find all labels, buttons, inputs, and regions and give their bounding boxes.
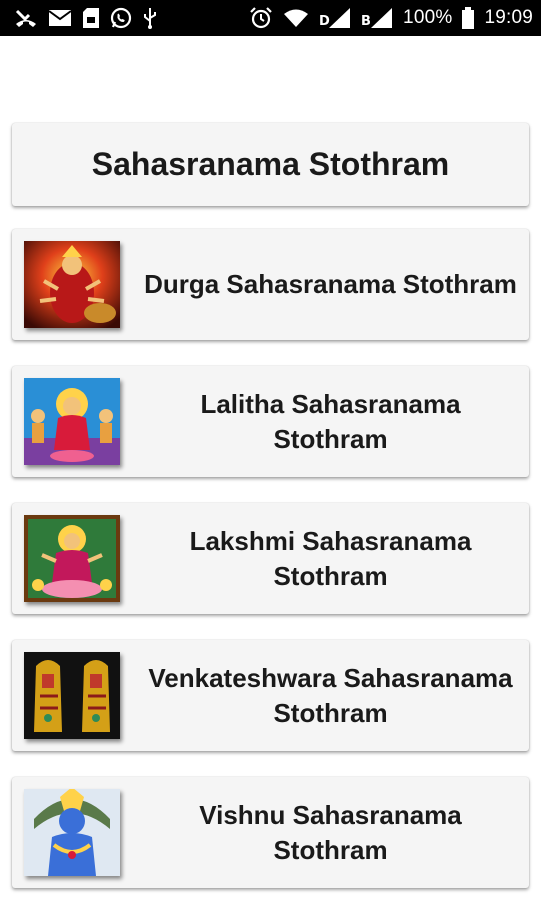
alarm-icon — [249, 7, 273, 29]
signal-icon: D — [319, 7, 351, 29]
svg-text:B: B — [361, 14, 371, 29]
usb-icon — [142, 7, 158, 29]
durga-image — [24, 241, 120, 328]
list-item-label: Lalitha Sahasranama Stothram — [200, 388, 461, 454]
whatsapp-icon — [110, 7, 132, 29]
list-item-label: Durga Sahasranama Stothram — [144, 269, 517, 299]
list-item-lalitha[interactable]: Lalitha Sahasranama Stothram — [12, 366, 529, 477]
sd-card-icon — [82, 7, 100, 29]
clock: 19:09 — [484, 7, 533, 28]
wifi-icon — [283, 7, 309, 29]
list-item-vishnu[interactable]: Vishnu Sahasranama Stothram — [12, 777, 529, 888]
vishnu-image — [24, 789, 120, 876]
status-bar: D B 100% 19:09 — [0, 0, 541, 36]
list-item-venkateshwara[interactable]: Venkateshwara Sahasranama Stothram — [12, 640, 529, 751]
venkateshwara-image — [24, 652, 120, 739]
battery-percent: 100% — [403, 7, 453, 28]
mail-icon — [48, 7, 72, 29]
status-bar-notifications — [14, 7, 158, 29]
battery-icon — [462, 7, 475, 29]
list-item-label: Venkateshwara Sahasranama Stothram — [148, 662, 513, 728]
page-title: Sahasranama Stothram — [91, 146, 450, 182]
missed-call-icon — [14, 7, 38, 29]
list-item-label: Lakshmi Sahasranama Stothram — [189, 525, 472, 591]
lalitha-image — [24, 378, 120, 465]
status-bar-system: D B 100% 19:09 — [249, 7, 533, 29]
list-item-label: Vishnu Sahasranama Stothram — [199, 799, 462, 865]
lakshmi-image — [24, 515, 120, 602]
header-card: Sahasranama Stothram — [12, 123, 529, 206]
svg-text:D: D — [319, 14, 330, 29]
list-item-lakshmi[interactable]: Lakshmi Sahasranama Stothram — [12, 503, 529, 614]
stothram-list: Durga Sahasranama Stothram Lalitha Sahas… — [12, 229, 529, 914]
list-item-durga[interactable]: Durga Sahasranama Stothram — [12, 229, 529, 340]
signal-icon-2: B — [361, 7, 393, 29]
